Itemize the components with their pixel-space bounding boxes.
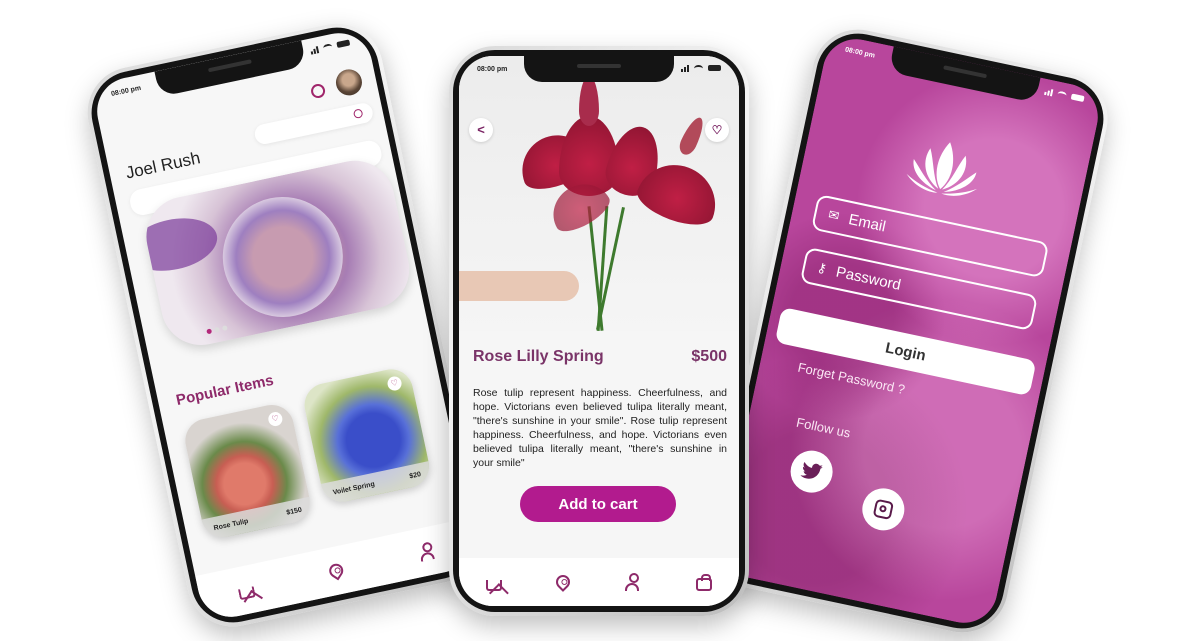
wifi-icon [322, 42, 333, 52]
product-card[interactable]: ♡ Voilet Spring $20 [300, 365, 434, 506]
product-meta: Rose Tulip $150 [201, 496, 314, 542]
product-card[interactable]: ♡ Rose Tulip $150 [181, 400, 314, 542]
key-icon: ⚷ [815, 259, 829, 277]
product-meta: Voilet Spring $20 [320, 461, 434, 506]
battery-icon [336, 39, 351, 49]
status-time: 08:00 pm [477, 66, 508, 73]
back-button[interactable]: < [469, 118, 493, 142]
phone-login-screen: 08:00 pm ✉ Email ⚷ Password Login Forget… [704, 21, 1116, 641]
twitter-button[interactable] [786, 446, 837, 497]
instagram-button[interactable] [858, 484, 909, 535]
lotus-logo [906, 142, 978, 196]
battery-icon [1070, 93, 1085, 103]
status-time: 08:00 pm [844, 46, 876, 60]
battery-icon [708, 65, 721, 71]
product-price: $500 [691, 348, 727, 365]
home-icon[interactable] [237, 585, 256, 600]
search-icon [352, 108, 364, 120]
email-placeholder: Email [847, 210, 888, 235]
carousel-dots[interactable] [206, 325, 228, 335]
password-placeholder: Password [834, 263, 903, 294]
mail-icon: ✉ [826, 206, 841, 224]
detail-screen: 08:00 pm < ♡ Rose Lilly Spring $500 Rose… [459, 56, 739, 606]
user-icon[interactable] [417, 541, 438, 562]
bouquet-image [211, 185, 354, 329]
phone-detail-screen: 08:00 pm < ♡ Rose Lilly Spring $500 Rose… [449, 46, 749, 616]
status-icons [310, 38, 351, 55]
heart-icon[interactable]: ♡ [386, 375, 403, 392]
product-name: Rose Lilly Spring [473, 348, 604, 365]
location-pin-icon[interactable] [553, 572, 573, 592]
add-to-cart-button[interactable]: Add to cart [520, 486, 676, 522]
favorite-button[interactable]: ♡ [705, 118, 729, 142]
home-icon[interactable] [486, 579, 502, 591]
avatar[interactable] [333, 66, 365, 98]
home-screen: 08:00 pm Joel Rush Popular Items ♡ Rose … [90, 26, 480, 624]
user-icon[interactable] [624, 573, 642, 591]
banner-decoration [139, 210, 223, 279]
product-hero-image [459, 56, 739, 331]
twitter-icon [800, 461, 823, 479]
search-button[interactable] [252, 101, 375, 146]
phone-home-screen: 08:00 pm Joel Rush Popular Items ♡ Rose … [79, 15, 491, 635]
notch [524, 56, 674, 82]
status-time: 08:00 pm [110, 84, 142, 99]
product-price: $20 [408, 470, 422, 480]
product-name: Voilet Spring [332, 480, 376, 497]
wifi-icon [1056, 90, 1068, 99]
status-icons [681, 64, 721, 72]
bottom-nav [459, 558, 739, 606]
signal-icon [681, 64, 689, 72]
instagram-icon [872, 498, 895, 521]
login-screen: 08:00 pm ✉ Email ⚷ Password Login Forget… [715, 32, 1105, 630]
bell-icon[interactable] [309, 82, 327, 100]
location-pin-icon[interactable] [326, 561, 346, 581]
product-name: Rose Tulip [212, 517, 249, 532]
hand-image [459, 271, 579, 301]
signal-icon [1044, 87, 1054, 97]
wifi-icon [694, 64, 703, 72]
follow-us-label: Follow us [795, 414, 852, 441]
shopping-bag-icon[interactable] [696, 573, 712, 591]
heart-icon[interactable]: ♡ [267, 410, 284, 428]
product-description: Rose tulip represent happiness. Cheerful… [473, 387, 727, 469]
popular-items-heading: Popular Items [174, 371, 276, 410]
status-icons [1044, 87, 1085, 103]
signal-icon [310, 45, 320, 55]
product-price: $150 [285, 506, 303, 517]
